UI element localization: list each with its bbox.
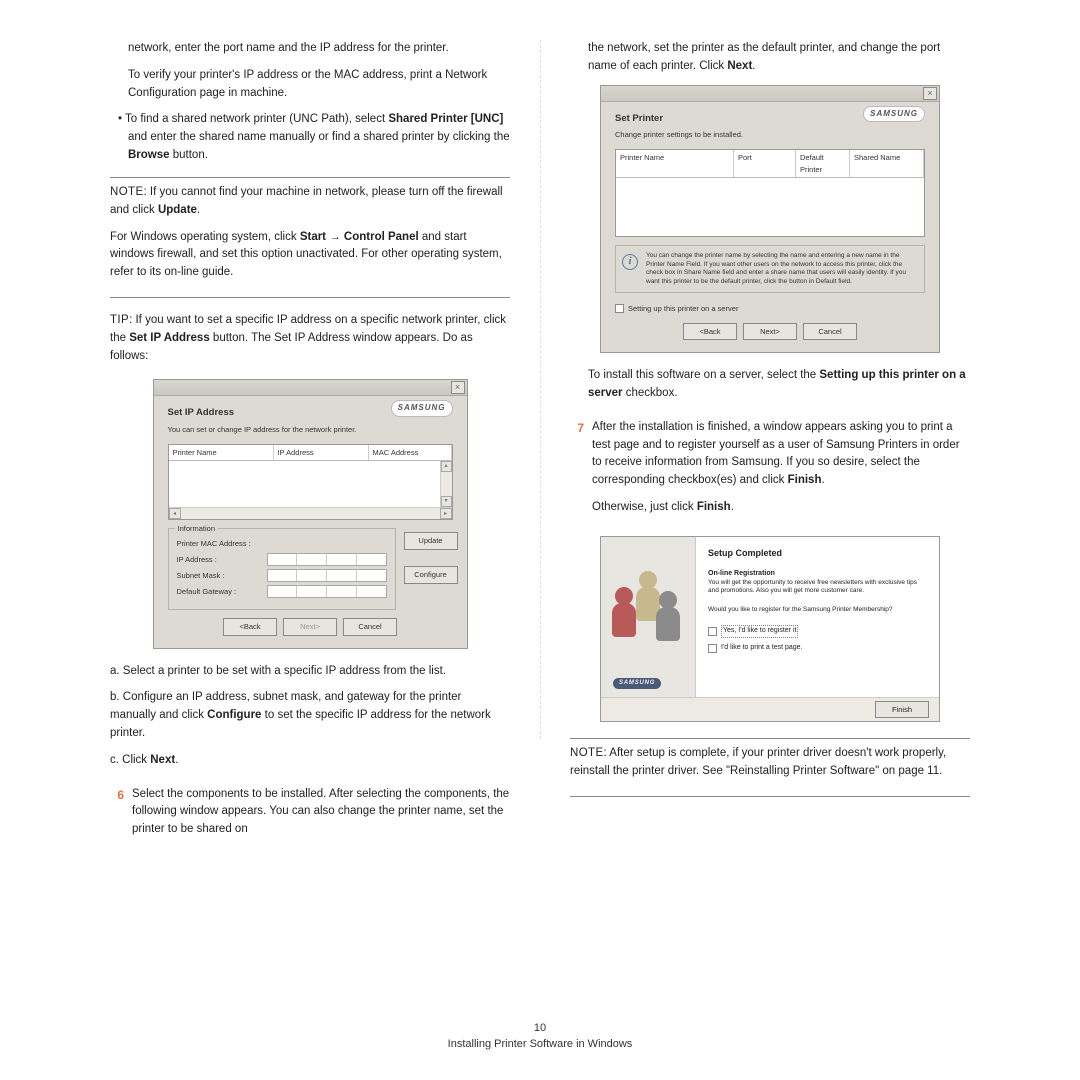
cancel-button[interactable]: Cancel — [343, 618, 397, 636]
dialog-title: Setup Completed — [708, 547, 927, 561]
bullet-item: To find a shared network printer (UNC Pa… — [110, 111, 510, 164]
info-icon: i — [622, 254, 638, 270]
samsung-logo: SAMSUNG — [613, 678, 661, 689]
note-box: NOTE: If you cannot find your machine in… — [110, 177, 510, 298]
scrollbar-v[interactable]: ▴▾ — [440, 461, 452, 507]
step-6: 6 Select the components to be installed.… — [110, 786, 510, 839]
right-column: the network, set the printer as the defa… — [540, 40, 970, 839]
list-b: b. Configure an IP address, subnet mask,… — [110, 689, 510, 742]
para: To verify your printer's IP address or t… — [110, 67, 510, 103]
note-box: NOTE: After setup is complete, if your p… — [570, 738, 970, 797]
close-icon[interactable]: × — [923, 87, 937, 100]
info-tip: i You can change the printer name by sel… — [615, 245, 925, 293]
register-checkbox[interactable]: Yes, I'd like to register it — [708, 625, 927, 638]
scrollbar-h[interactable]: ◂▸ — [169, 507, 452, 519]
samsung-logo: SAMSUNG — [863, 106, 925, 122]
server-checkbox[interactable]: Setting up this printer on a server — [615, 303, 925, 315]
back-button[interactable]: <Back — [223, 618, 277, 636]
left-column: network, enter the port name and the IP … — [110, 40, 540, 839]
list-a: a. Select a printer to be set with a spe… — [110, 663, 510, 681]
finish-button[interactable]: Finish — [875, 701, 929, 719]
para: To install this software on a server, se… — [570, 367, 970, 403]
printer-table[interactable]: Printer Name Port Default Printer Shared… — [615, 149, 925, 237]
gateway-field[interactable] — [267, 585, 387, 598]
para: network, enter the port name and the IP … — [110, 40, 510, 58]
step-7: 7 After the installation is finished, a … — [570, 419, 970, 526]
set-printer-dialog: × Set Printer Change printer settings to… — [600, 85, 940, 354]
testpage-checkbox[interactable]: I'd like to print a test page. — [708, 643, 927, 654]
set-ip-dialog: × Set IP Address You can set or change I… — [153, 379, 468, 648]
ip-field[interactable] — [267, 553, 387, 566]
next-button: Next> — [283, 618, 337, 636]
info-fieldset: Information Printer MAC Address : IP Add… — [168, 528, 396, 610]
printer-list[interactable]: Printer Name IP Address MAC Address ▴▾ ◂… — [168, 444, 453, 521]
tip-box: TIP: If you want to set a specific IP ad… — [110, 312, 510, 365]
para: the network, set the printer as the defa… — [570, 40, 970, 76]
next-button[interactable]: Next> — [743, 323, 797, 341]
cancel-button[interactable]: Cancel — [803, 323, 857, 341]
list-c: c. Click Next. — [110, 752, 510, 770]
update-button[interactable]: Update — [404, 532, 458, 550]
subnet-field[interactable] — [267, 569, 387, 582]
configure-button[interactable]: Configure — [404, 566, 458, 584]
people-graphic — [615, 565, 681, 639]
close-icon[interactable]: × — [451, 381, 465, 394]
samsung-logo: SAMSUNG — [391, 400, 453, 416]
page-footer: 10 Installing Printer Software in Window… — [0, 1022, 1080, 1050]
back-button[interactable]: <Back — [683, 323, 737, 341]
setup-complete-dialog: SAMSUNG Setup Completed On-line Registra… — [600, 536, 940, 722]
